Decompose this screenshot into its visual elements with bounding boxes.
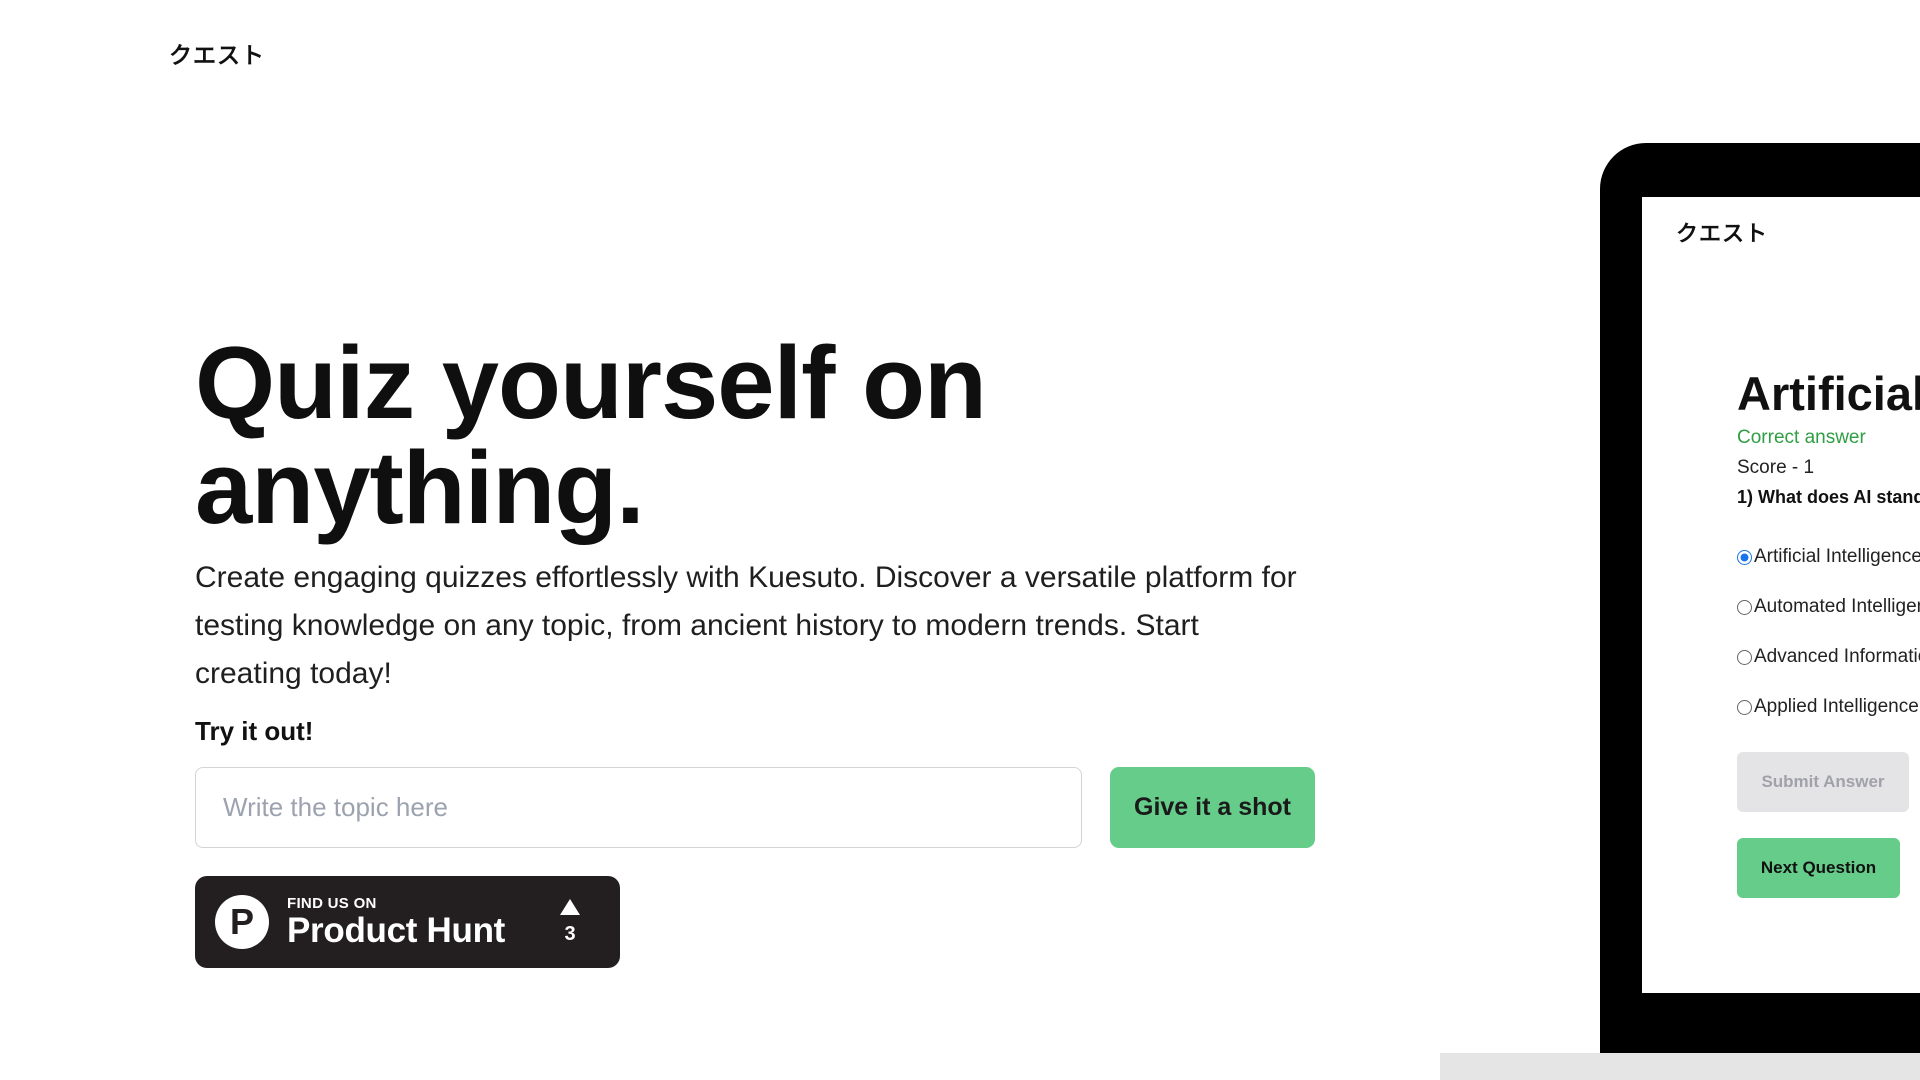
- product-hunt-text: FIND US ON Product Hunt: [287, 895, 505, 950]
- product-hunt-votes: 3: [560, 898, 580, 946]
- preview-option-label: Automated Intelligence: [1754, 596, 1920, 617]
- hero-section: Quiz yourself on anything. Create engagi…: [195, 330, 1345, 968]
- product-hunt-title: Product Hunt: [287, 910, 506, 950]
- preview-quiz-title: Artificial: [1737, 367, 1920, 420]
- preview-quiz: Artificial Correct answer Score - 1 1) W…: [1737, 367, 1920, 898]
- radio-checked-icon: [1737, 549, 1752, 565]
- preview-option-label: Advanced Information: [1754, 646, 1920, 667]
- give-it-a-shot-button[interactable]: Give it a shot: [1110, 767, 1315, 848]
- site-logo[interactable]: クエスト: [169, 36, 265, 70]
- preview-feedback: Correct answer: [1737, 427, 1866, 448]
- hero-headline: Quiz yourself on anything.: [195, 330, 1345, 540]
- topic-form: Give it a shot: [195, 767, 1345, 848]
- preview-option-label: Applied Intelligence: [1754, 696, 1919, 717]
- headline-line-2: anything.: [195, 430, 645, 545]
- laptop-screen-preview: クエスト Artificial Correct answer Score - 1…: [1642, 197, 1920, 993]
- preview-option: Automated Intelligence: [1737, 582, 1920, 632]
- topic-input[interactable]: [195, 767, 1082, 848]
- preview-option: Applied Intelligence: [1737, 682, 1920, 732]
- preview-option: Artificial Intelligence: [1737, 532, 1920, 582]
- preview-submit-button: Submit Answer: [1737, 752, 1909, 812]
- radio-icon: [1737, 599, 1752, 615]
- preview-option: Advanced Information: [1737, 632, 1920, 682]
- preview-logo: クエスト: [1676, 222, 1769, 247]
- preview-next-button: Next Question: [1737, 838, 1900, 898]
- headline-line-1: Quiz yourself on: [195, 325, 987, 440]
- laptop-base: [1440, 1053, 1920, 1080]
- try-it-label: Try it out!: [195, 716, 314, 746]
- product-hunt-small-text: FIND US ON: [287, 894, 377, 912]
- landing-page: クエスト Quiz yourself on anything. Create e…: [0, 0, 1920, 1080]
- preview-question: 1) What does AI stand for?: [1737, 487, 1920, 507]
- preview-option-label: Artificial Intelligence: [1754, 546, 1920, 567]
- preview-score: Score - 1: [1737, 457, 1815, 478]
- product-hunt-badge[interactable]: P FIND US ON Product Hunt 3: [195, 876, 620, 968]
- hero-description: Create engaging quizzes effortlessly wit…: [195, 561, 1297, 690]
- radio-icon: [1737, 699, 1752, 715]
- preview-options: Artificial Intelligence Automated Intell…: [1737, 532, 1920, 732]
- radio-icon: [1737, 649, 1752, 665]
- product-hunt-icon: P: [215, 895, 269, 949]
- vote-count: 3: [564, 922, 576, 945]
- upvote-arrow-icon: [560, 898, 580, 915]
